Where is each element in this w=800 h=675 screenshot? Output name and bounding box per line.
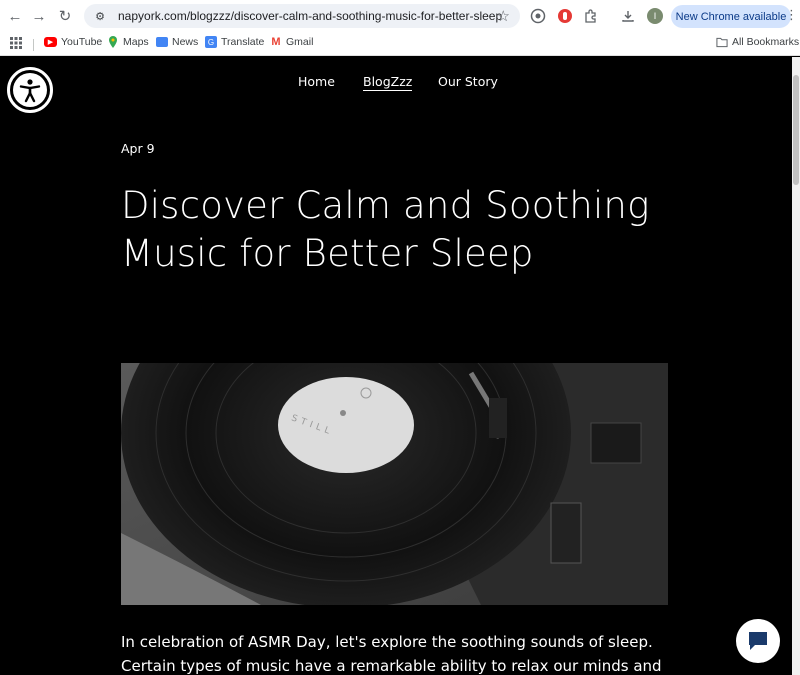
- bookmark-label: Translate: [221, 36, 265, 48]
- extension-red-icon[interactable]: [556, 7, 574, 25]
- nav-home[interactable]: Home: [298, 74, 335, 89]
- bookmark-translate[interactable]: G Translate: [205, 36, 264, 48]
- bookmark-label: News: [172, 36, 199, 48]
- gmail-icon: M: [271, 36, 281, 48]
- bookmark-star-icon[interactable]: ☆: [497, 7, 510, 25]
- record-player-image: STILL: [121, 363, 668, 605]
- folder-icon: [716, 36, 728, 48]
- back-arrow-icon[interactable]: ←: [4, 5, 26, 27]
- address-bar[interactable]: ⚙ napyork.com/blogzzz/discover-calm-and-…: [84, 4, 520, 28]
- chat-button[interactable]: [736, 619, 780, 663]
- downloads-icon[interactable]: [619, 7, 637, 25]
- chat-bubble-icon: [749, 632, 767, 650]
- bookmark-label: YouTube: [61, 36, 103, 48]
- accessibility-person-icon: [19, 79, 41, 103]
- nav-our-story[interactable]: Our Story: [438, 74, 498, 89]
- reload-icon[interactable]: ↻: [54, 5, 76, 27]
- all-bookmarks-folder[interactable]: All Bookmarks: [716, 36, 799, 48]
- apps-grid-icon[interactable]: [10, 37, 22, 49]
- post-title: Discover Calm and Soothing Music for Bet…: [121, 184, 650, 275]
- post-hero-image: STILL: [121, 363, 668, 605]
- bookmark-label: All Bookmarks: [732, 36, 800, 48]
- youtube-icon: ▶: [44, 37, 57, 47]
- url-text: napyork.com/blogzzz/discover-calm-and-so…: [118, 9, 503, 23]
- news-icon: [156, 37, 168, 47]
- accessibility-button[interactable]: [7, 67, 53, 113]
- bookmark-label: Maps: [123, 36, 149, 48]
- site-settings-icon[interactable]: ⚙: [92, 8, 108, 24]
- browser-toolbar: ← → ↻ ⚙ napyork.com/blogzzz/discover-cal…: [0, 0, 800, 32]
- bookmark-gmail[interactable]: M Gmail: [270, 36, 313, 48]
- extension-c-icon[interactable]: [529, 7, 547, 25]
- post-body-text: In celebration of ASMR Day, let's explor…: [121, 633, 662, 675]
- new-chrome-available-button[interactable]: New Chrome available: [671, 5, 791, 28]
- translate-icon: G: [205, 36, 217, 48]
- post-date: Apr 9: [121, 141, 155, 156]
- bookmark-maps[interactable]: Maps: [107, 36, 149, 48]
- extensions-puzzle-icon[interactable]: [582, 7, 600, 25]
- bookmarks-bar: ▶ YouTube Maps News G Translate M Gmail …: [0, 32, 800, 56]
- nav-blogzzz[interactable]: BlogZzz: [363, 74, 413, 91]
- maps-icon: [107, 36, 119, 48]
- forward-arrow-icon[interactable]: →: [28, 5, 50, 27]
- scrollbar-thumb[interactable]: [793, 75, 799, 185]
- bookmarks-separator: [33, 39, 34, 51]
- bookmark-youtube[interactable]: ▶ YouTube: [44, 36, 102, 48]
- bookmark-news[interactable]: News: [156, 36, 198, 48]
- chrome-menu-icon[interactable]: ⋮: [785, 7, 798, 23]
- web-page: Home BlogZzz Our Story Apr 9 Discover Ca…: [0, 57, 792, 675]
- bookmark-label: Gmail: [286, 36, 314, 48]
- profile-avatar[interactable]: I: [647, 8, 663, 24]
